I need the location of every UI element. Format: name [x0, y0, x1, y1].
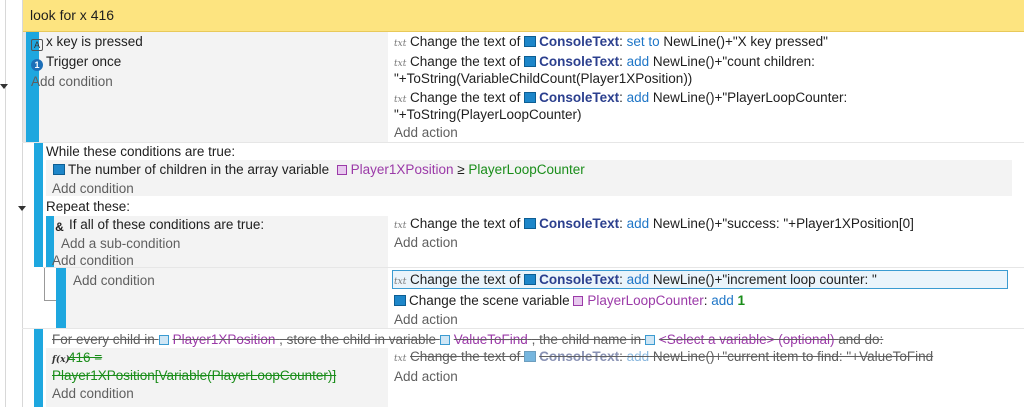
collapse-arrow-icon[interactable]: [0, 84, 8, 89]
add-condition-button[interactable]: Add condition: [31, 73, 113, 90]
add-action-button[interactable]: Add action: [394, 234, 458, 251]
condition-key-pressed[interactable]: Ax key is pressed: [31, 33, 143, 51]
condition-text: Trigger once: [46, 54, 122, 69]
object-name: ConsoleText: [539, 34, 620, 49]
condition-text: If all of these conditions are true:: [69, 217, 265, 232]
condition-text-continued: Player1XPosition[Variable(PlayerLoopCoun…: [52, 368, 337, 383]
object-name: ConsoleText: [539, 54, 620, 69]
object-icon: [524, 36, 537, 47]
object-name: ConsoleText: [539, 272, 620, 287]
variable-name: PlayerLoopCounter: [587, 293, 704, 308]
condition-value: PlayerLoopCounter: [468, 162, 585, 177]
action-value: NewLine()+"success: "+Player1XPosition[0…: [652, 216, 914, 231]
action-prefix: Change the text of: [410, 34, 521, 49]
variable-icon: [158, 335, 169, 345]
add-condition-button[interactable]: Add condition: [73, 272, 155, 289]
operator: add: [626, 272, 650, 287]
scene-variable-icon: [394, 295, 406, 306]
condition-compare-numbers[interactable]: f(x)416 =: [52, 349, 102, 369]
action-prefix: Change the text of: [410, 216, 521, 231]
operator: add: [711, 293, 734, 308]
foreach-text: , the child name in: [531, 332, 642, 347]
trigger-once-icon: 1: [31, 59, 43, 71]
condition-text: 416 =: [68, 350, 103, 365]
add-action-button[interactable]: Add action: [394, 311, 458, 328]
object-name: ConsoleText: [539, 349, 620, 364]
add-action-button[interactable]: Add action: [394, 368, 458, 385]
add-action-button[interactable]: Add action: [394, 124, 458, 141]
object-icon: [524, 274, 537, 285]
condition-child-count[interactable]: The number of children in the array vari…: [53, 161, 585, 178]
operator: add: [626, 54, 650, 69]
gutter-line: [5, 0, 6, 407]
action-add-text[interactable]: txt Change the text of ConsoleText: add N…: [394, 271, 877, 291]
action-value: NewLine()+"PlayerLoopCounter:: [652, 90, 848, 105]
text-icon: txt: [394, 277, 407, 287]
variable-name: Player1XPosition: [350, 162, 454, 177]
foreach-text: and do:: [838, 332, 884, 347]
foreach-header[interactable]: For every child in Player1XPosition , st…: [52, 331, 883, 348]
variable-icon: [644, 335, 655, 345]
foreach-text: , store the child in variable: [279, 332, 436, 347]
operator: add: [626, 90, 650, 105]
tree-line: [44, 268, 45, 301]
action-prefix: Change the text of: [410, 349, 521, 364]
event-bar[interactable]: [34, 143, 43, 267]
operator: add: [626, 216, 650, 231]
add-condition-button[interactable]: Add condition: [52, 180, 134, 197]
condition-text: x key is pressed: [46, 34, 143, 49]
action-value: NewLine()+"current item to find: "+Value…: [652, 349, 934, 364]
variable-icon: [573, 296, 584, 306]
comment-bar[interactable]: [22, 0, 1024, 32]
comment-text[interactable]: look for x 416: [30, 7, 114, 24]
action-add-text[interactable]: txt Change the text of ConsoleText: add N…: [394, 215, 914, 235]
text-icon: txt: [394, 221, 407, 231]
and-icon: &: [55, 220, 64, 234]
action-prefix: Change the scene variable: [409, 293, 570, 308]
variable-condition-icon: [53, 164, 65, 175]
action-prefix: Change the text of: [410, 54, 521, 69]
object-icon: [524, 351, 537, 362]
event-bar[interactable]: [34, 329, 43, 407]
action-scene-variable[interactable]: Change the scene variable PlayerLoopCoun…: [394, 292, 745, 309]
object-name: ConsoleText: [539, 90, 620, 105]
text-icon: txt: [394, 354, 407, 364]
action-value: NewLine()+"increment loop counter: ": [652, 272, 877, 287]
variable-select[interactable]: <Select a variable> (optional): [659, 332, 835, 347]
object-icon: [524, 56, 537, 67]
action-prefix: Change the text of: [410, 272, 521, 287]
action-value-continued: "+ToString(VariableChildCount(Player1XPo…: [394, 71, 693, 86]
action-value: NewLine()+"count children:: [652, 54, 815, 69]
sub-event-bar[interactable]: [56, 268, 66, 328]
divider: [22, 328, 1024, 329]
variable-icon: [439, 335, 450, 345]
action-prefix: Change the text of: [410, 90, 521, 105]
key-icon: A: [31, 39, 43, 51]
action-add-text-disabled[interactable]: txt Change the text of ConsoleText: add N…: [394, 348, 933, 368]
collapse-arrow-icon[interactable]: [18, 206, 26, 211]
condition-trigger-once[interactable]: 1 Trigger once: [31, 53, 121, 71]
foreach-text: For every child in: [52, 332, 155, 347]
object-name: ConsoleText: [539, 216, 620, 231]
variable-name: ValueToFind: [453, 332, 528, 347]
add-condition-button[interactable]: Add condition: [52, 385, 134, 402]
variable-icon: [336, 165, 347, 175]
operator: set to: [626, 34, 660, 49]
text-icon: txt: [394, 39, 407, 49]
while-header: While these conditions are true:: [46, 144, 236, 159]
repeat-header: Repeat these:: [46, 199, 131, 214]
action-value: 1: [737, 293, 746, 308]
operator: add: [626, 349, 650, 364]
condition-and[interactable]: & If all of these conditions are true:: [53, 216, 264, 234]
tree-line: [44, 300, 56, 301]
object-icon: [524, 218, 537, 229]
add-sub-condition-button[interactable]: Add a sub-condition: [61, 235, 180, 252]
action-value-continued: "+ToString(PlayerLoopCounter): [394, 107, 582, 122]
object-icon: [524, 92, 537, 103]
operator: ≥: [457, 162, 465, 177]
variable-name: Player1XPosition: [172, 332, 276, 347]
condition-text: The number of children in the array vari…: [68, 162, 330, 177]
action-set-text[interactable]: txt Change the text of ConsoleText: set t…: [394, 33, 828, 53]
action-value: NewLine()+"X key pressed": [663, 34, 828, 49]
